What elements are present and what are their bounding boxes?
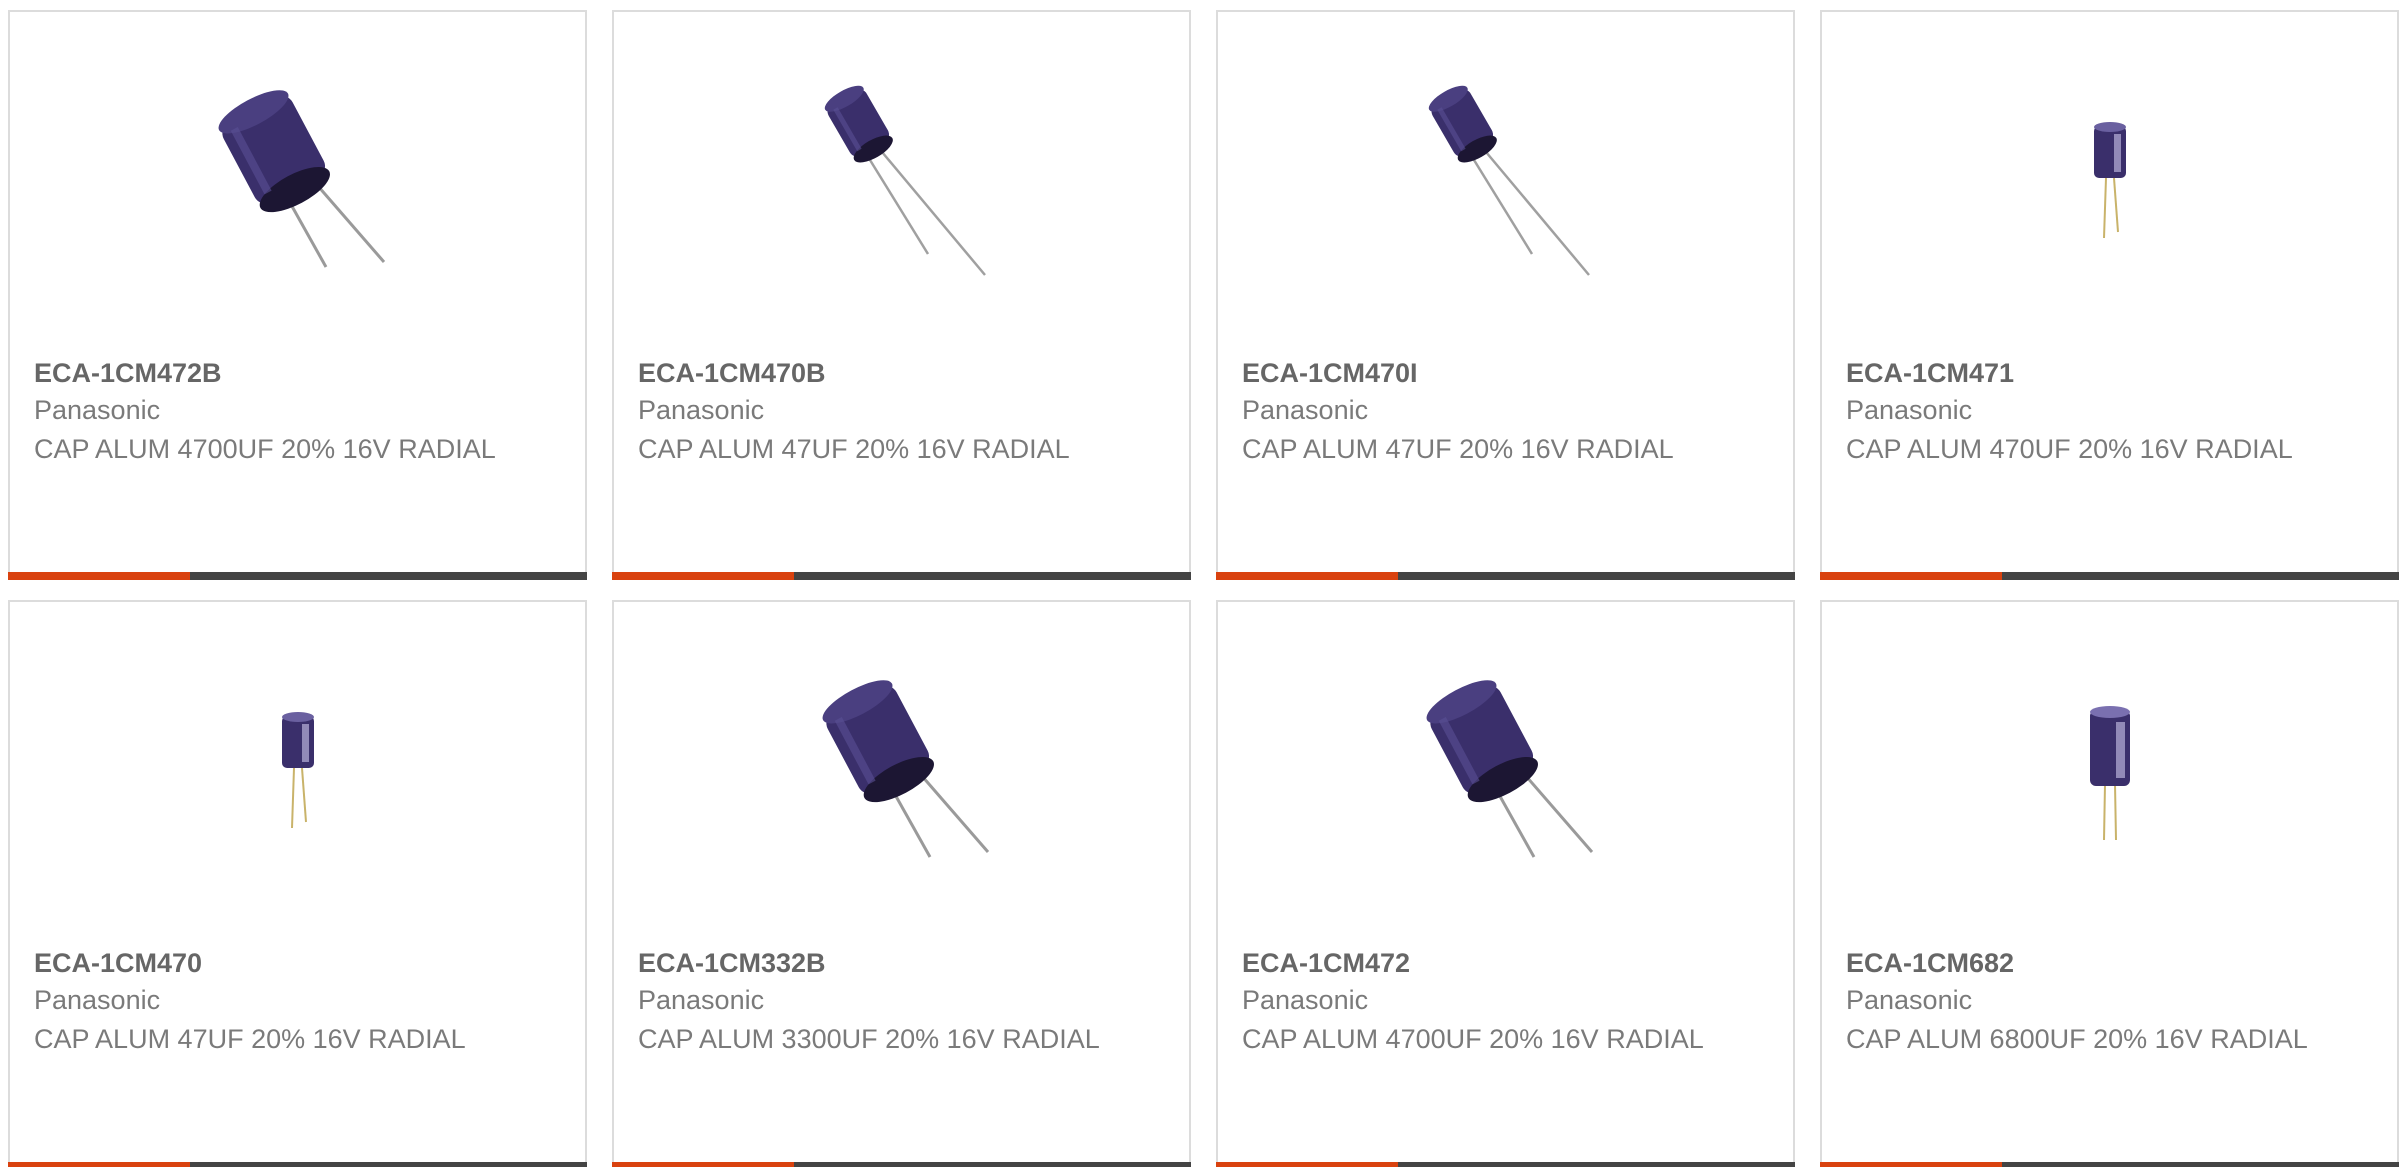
card-accent-bar [1820, 1162, 2002, 1167]
card-footer-bar [8, 572, 587, 580]
product-description: CAP ALUM 47UF 20% 16V RADIAL [638, 434, 1070, 464]
card-footer-bar [1820, 572, 2399, 580]
card-footer-bar [612, 572, 1191, 580]
part-number[interactable]: ECA-1CM682 [1846, 948, 2014, 979]
card-accent-bar [8, 572, 190, 580]
card-footer-bar [1216, 572, 1795, 580]
card-accent-bar [1216, 1162, 1398, 1167]
part-number[interactable]: ECA-1CM332B [638, 948, 826, 979]
product-card[interactable]: ECA-1CM472B Panasonic CAP ALUM 4700UF 20% … [8, 10, 587, 580]
manufacturer-name: Panasonic [1242, 395, 1369, 425]
manufacturer-name: Panasonic [1846, 395, 1973, 425]
card-accent-bar [1216, 572, 1398, 580]
card-footer-bar [612, 1162, 1191, 1167]
manufacturer-name: Panasonic [1846, 985, 1973, 1015]
product-description: CAP ALUM 47UF 20% 16V RADIAL [1242, 434, 1674, 464]
product-description: CAP ALUM 47UF 20% 16V RADIAL [34, 1024, 466, 1054]
card-accent-bar [8, 1162, 190, 1167]
card-footer-bar [1216, 1162, 1795, 1167]
capacitor-medium-icon[interactable] [1404, 82, 1609, 287]
product-card[interactable]: ECA-1CM332B Panasonic CAP ALUM 3300UF 20% … [612, 600, 1191, 1167]
capacitor-small-upright-icon[interactable] [2008, 82, 2213, 287]
card-footer-bar [8, 1162, 587, 1167]
product-description: CAP ALUM 470UF 20% 16V RADIAL [1846, 434, 2293, 464]
product-card[interactable]: ECA-1CM682 Panasonic CAP ALUM 6800UF 20% 1… [1820, 600, 2399, 1167]
product-description: CAP ALUM 4700UF 20% 16V RADIAL [34, 434, 496, 464]
product-card[interactable]: ECA-1CM470B Panasonic CAP ALUM 47UF 20% 16… [612, 10, 1191, 580]
manufacturer-name: Panasonic [34, 985, 161, 1015]
manufacturer-name: Panasonic [34, 395, 161, 425]
capacitor-small-upright-icon[interactable] [196, 672, 401, 877]
manufacturer-name: Panasonic [1242, 985, 1369, 1015]
capacitor-upright-icon[interactable] [2008, 672, 2213, 877]
part-number[interactable]: ECA-1CM470B [638, 358, 826, 389]
card-footer-bar [1820, 1162, 2399, 1167]
capacitor-medium-icon[interactable] [800, 82, 1005, 287]
part-number[interactable]: ECA-1CM471 [1846, 358, 2014, 389]
card-accent-bar [612, 572, 794, 580]
capacitor-large-icon[interactable] [196, 82, 401, 287]
product-description: CAP ALUM 6800UF 20% 16V RADIAL [1846, 1024, 2308, 1054]
part-number[interactable]: ECA-1CM472B [34, 358, 222, 389]
product-card[interactable]: ECA-1CM472 Panasonic CAP ALUM 4700UF 20% 1… [1216, 600, 1795, 1167]
product-description: CAP ALUM 3300UF 20% 16V RADIAL [638, 1024, 1100, 1054]
capacitor-large-icon[interactable] [1404, 672, 1609, 877]
card-accent-bar [1820, 572, 2002, 580]
product-grid: ECA-1CM472B Panasonic CAP ALUM 4700UF 20% … [0, 0, 2400, 1167]
manufacturer-name: Panasonic [638, 985, 765, 1015]
product-card[interactable]: ECA-1CM470 Panasonic CAP ALUM 47UF 20% 16V… [8, 600, 587, 1167]
card-accent-bar [612, 1162, 794, 1167]
capacitor-large-icon[interactable] [800, 672, 1005, 877]
part-number[interactable]: ECA-1CM472 [1242, 948, 1410, 979]
product-card[interactable]: ECA-1CM470I Panasonic CAP ALUM 47UF 20% 16… [1216, 10, 1795, 580]
manufacturer-name: Panasonic [638, 395, 765, 425]
part-number[interactable]: ECA-1CM470I [1242, 358, 1418, 389]
part-number[interactable]: ECA-1CM470 [34, 948, 202, 979]
product-description: CAP ALUM 4700UF 20% 16V RADIAL [1242, 1024, 1704, 1054]
product-card[interactable]: ECA-1CM471 Panasonic CAP ALUM 470UF 20% 16… [1820, 10, 2399, 580]
